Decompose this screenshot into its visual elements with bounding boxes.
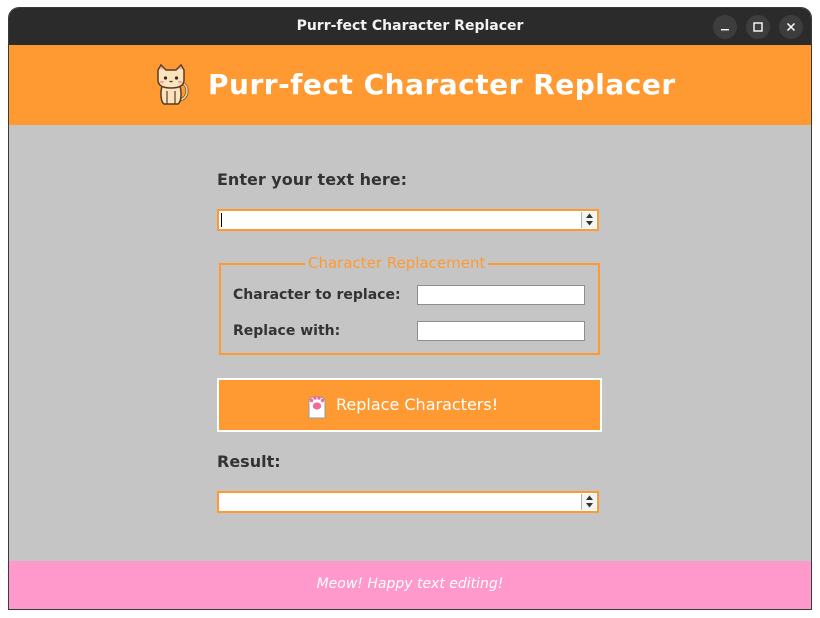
group-legend: Character Replacement [305,254,489,272]
result-text-field[interactable] [217,491,599,513]
result-scrollbar[interactable] [581,494,596,510]
scroll-down-icon[interactable] [584,502,595,509]
title-bar[interactable]: Purr-fect Character Replacer [9,8,811,45]
paw-icon [305,391,329,419]
minimize-button[interactable] [713,15,737,39]
close-icon [786,22,796,32]
scroll-up-icon[interactable] [584,212,595,219]
input-text-field[interactable] [217,209,599,231]
input-label: Enter your text here: [217,170,407,189]
character-replacement-group: Character Replacement Character to repla… [219,254,600,355]
footer-message: Meow! Happy text editing! [316,576,504,592]
replace-with-label: Replace with: [233,323,341,339]
replace-characters-button[interactable]: Replace Characters! [217,378,602,432]
window-title: Purr-fect Character Replacer [296,18,524,34]
app-header: Purr-fect Character Replacer [9,45,811,125]
scroll-up-icon[interactable] [584,494,595,501]
close-button[interactable] [779,15,803,39]
result-label: Result: [217,452,281,471]
maximize-button[interactable] [746,15,770,39]
cat-icon [154,63,190,106]
app-footer: Meow! Happy text editing! [9,561,811,609]
char-to-replace-field[interactable] [417,285,585,305]
scroll-down-icon[interactable] [584,220,595,227]
app-heading: Purr-fect Character Replacer [208,68,676,101]
replace-with-field[interactable] [417,321,585,341]
char-to-replace-label: Character to replace: [233,287,401,303]
replace-button-label: Replace Characters! [336,395,499,414]
text-cursor [221,213,222,227]
input-scrollbar[interactable] [581,212,596,228]
minimize-icon [720,22,730,32]
app-window: Purr-fect Character Replacer Purr-fect C… [9,8,811,609]
maximize-icon [753,22,763,32]
